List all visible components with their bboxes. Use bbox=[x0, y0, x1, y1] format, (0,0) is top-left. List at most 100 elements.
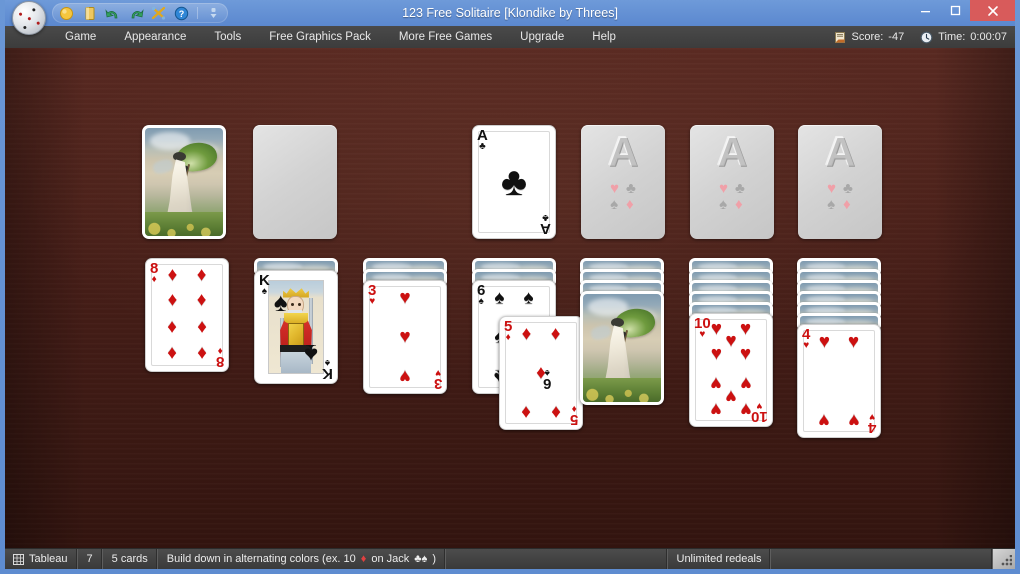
toolbar-separator bbox=[197, 7, 198, 19]
pip: ♥ bbox=[725, 386, 736, 405]
menu-bar[interactable]: Game Appearance Tools Free Graphics Pack… bbox=[5, 26, 1015, 48]
club-icon: ♣ bbox=[843, 181, 853, 196]
spade-icon: ♠ bbox=[610, 197, 620, 212]
menu-item-tools[interactable]: Tools bbox=[200, 28, 255, 46]
quick-toolbar[interactable]: ? bbox=[52, 3, 228, 23]
card-corner-top-left: 6 ♠ bbox=[477, 284, 485, 306]
pip: ♥ bbox=[711, 319, 722, 338]
new-game-icon[interactable] bbox=[56, 4, 77, 22]
card-rank: K bbox=[322, 366, 333, 380]
svg-text:?: ? bbox=[179, 9, 185, 19]
menu-item-more-free-games[interactable]: More Free Games bbox=[385, 28, 506, 46]
menu-item-free-graphics-pack[interactable]: Free Graphics Pack bbox=[255, 28, 385, 46]
status-pile-number-label: 7 bbox=[87, 553, 93, 565]
status-spacer-right bbox=[771, 549, 993, 569]
pip: ♥ bbox=[711, 344, 722, 363]
tableau-column-3[interactable]: 3 ♥ 3 ♥ ♥ ♥ ♥ bbox=[363, 280, 447, 394]
card-pips: ♥ ♥ ♥ ♥ bbox=[813, 333, 865, 429]
pip: ♥ bbox=[399, 288, 410, 307]
stock-pile[interactable] bbox=[142, 125, 226, 239]
card-suit-icon: ♥ bbox=[869, 412, 875, 421]
help-icon[interactable]: ? bbox=[171, 4, 192, 22]
card-suit-icon: ♦ bbox=[571, 404, 576, 413]
toolbar-overflow-icon[interactable] bbox=[203, 4, 224, 22]
title-bar[interactable]: ? 123 Free Solitaire [Klondike by Threes… bbox=[5, 0, 1015, 26]
pip: ♥ bbox=[399, 367, 410, 386]
card-rank: 8 bbox=[216, 354, 224, 368]
placeholder-suits: ♥ ♣ ♠ ♦ bbox=[719, 181, 745, 212]
status-pile-count: 5 cards bbox=[103, 549, 158, 569]
menu-item-help[interactable]: Help bbox=[578, 28, 630, 46]
menu-item-appearance[interactable]: Appearance bbox=[110, 28, 200, 46]
resize-grip[interactable] bbox=[993, 549, 1015, 569]
pip: ♥ bbox=[819, 411, 830, 430]
minimize-button[interactable] bbox=[910, 0, 940, 21]
tableau-column-2[interactable]: K ♠ K ♠ ♠ ♠ bbox=[254, 270, 338, 384]
card-pips: ♦ ♦ ♦ ♦ ♦ bbox=[515, 325, 567, 421]
placeholder-ace-letter: A bbox=[608, 131, 638, 173]
pip: ♠ bbox=[524, 288, 534, 307]
waste-pile[interactable] bbox=[253, 125, 337, 239]
pip: ♥ bbox=[711, 400, 722, 419]
pip: ♥ bbox=[711, 374, 722, 393]
foundation-slot-2[interactable]: A ♥ ♣ ♠ ♦ bbox=[581, 125, 665, 239]
grid-icon bbox=[13, 554, 24, 565]
club-icon: ♣ bbox=[735, 181, 745, 196]
club-spade-icon: ♣♠ bbox=[414, 553, 427, 565]
card-suit-icon: ♥ bbox=[699, 330, 705, 339]
pip: ♥ bbox=[740, 344, 751, 363]
score-label: Score: bbox=[852, 31, 884, 43]
pip: ♦ bbox=[522, 403, 532, 422]
spade-icon: ♠ bbox=[304, 341, 318, 367]
card-corner-bottom-right: 4 ♥ bbox=[868, 412, 876, 434]
menu-item-upgrade[interactable]: Upgrade bbox=[506, 28, 578, 46]
game-table[interactable]: A ♣ A ♣ ♣ A ♥ ♣ ♠ ♦ A ♥ ♣ bbox=[5, 48, 1015, 548]
pip: ♠ bbox=[494, 288, 504, 307]
options-tools-icon[interactable] bbox=[148, 4, 169, 22]
menu-item-game[interactable]: Game bbox=[51, 28, 110, 46]
card-rank: 10 bbox=[751, 409, 768, 423]
heart-icon: ♥ bbox=[827, 181, 837, 196]
card-rank: A bbox=[540, 221, 551, 235]
time-display: Time: 0:00:07 bbox=[920, 31, 1007, 44]
foundation-clubs[interactable]: A ♣ A ♣ ♣ bbox=[472, 125, 556, 239]
status-bar: Tableau 7 5 cards Build down in alternat… bbox=[5, 548, 1015, 569]
pip: ♦ bbox=[168, 290, 178, 309]
time-label: Time: bbox=[938, 31, 965, 43]
undo-icon[interactable] bbox=[102, 4, 123, 22]
redo-icon[interactable] bbox=[125, 4, 146, 22]
pip: ♥ bbox=[848, 411, 859, 430]
card-pips: ♥ ♥ ♥ bbox=[379, 289, 431, 385]
tableau-column-1[interactable]: 8 ♦ 8 ♦ ♦ ♦ ♦ ♦ ♦ ♦ ♦ ♦ bbox=[145, 258, 229, 372]
window-controls[interactable] bbox=[910, 0, 1015, 21]
card-suit-icon: ♦ bbox=[217, 346, 222, 355]
status-redeals: Unlimited redeals bbox=[668, 549, 772, 569]
club-icon: ♣ bbox=[626, 181, 636, 196]
foundation-slot-4[interactable]: A ♥ ♣ ♠ ♦ bbox=[798, 125, 882, 239]
tableau-column-6[interactable]: 10 ♥ 10 ♥ ♥ ♥ ♥ ♥ ♥ ♥ ♥ ♥ ♥ ♥ bbox=[689, 313, 773, 427]
heart-icon: ♥ bbox=[610, 181, 620, 196]
placeholder-ace-letter: A bbox=[717, 131, 747, 173]
score-value: -47 bbox=[888, 31, 904, 43]
foundation-slot-3[interactable]: A ♥ ♣ ♠ ♦ bbox=[690, 125, 774, 239]
tableau-column-7[interactable]: 4 ♥ 4 ♥ ♥ ♥ ♥ ♥ bbox=[797, 324, 881, 438]
tableau-column-5[interactable] bbox=[580, 291, 664, 405]
card-rank: 3 bbox=[434, 376, 442, 390]
dice-icon bbox=[16, 5, 44, 33]
scorecard-icon bbox=[834, 31, 847, 44]
card-suit-icon: ♦ bbox=[152, 275, 157, 284]
open-game-icon[interactable] bbox=[79, 4, 100, 22]
status-pile-number: 7 bbox=[78, 549, 103, 569]
card-corner-bottom-right: 5 ♦ bbox=[570, 404, 578, 426]
card-corner-top-left: 10 ♥ bbox=[694, 317, 711, 339]
maximize-button[interactable] bbox=[940, 0, 970, 21]
app-icon-dice-orb[interactable] bbox=[12, 1, 46, 35]
card-suit-icon: ♠ bbox=[325, 358, 330, 367]
card-suit-icon: ♣ bbox=[479, 142, 486, 151]
card-suit-icon: ♠ bbox=[544, 368, 549, 377]
game-stats: Score: -47 Time: 0:00:07 bbox=[834, 26, 1008, 48]
tableau-column-4-card-5-diamonds[interactable]: 5 ♦ 5 ♦ ♦ ♦ ♦ ♦ ♦ bbox=[499, 316, 583, 430]
close-button[interactable] bbox=[970, 0, 1015, 21]
diamond-icon: ♦ bbox=[735, 197, 745, 212]
pip-clubs: ♣ bbox=[501, 162, 527, 202]
